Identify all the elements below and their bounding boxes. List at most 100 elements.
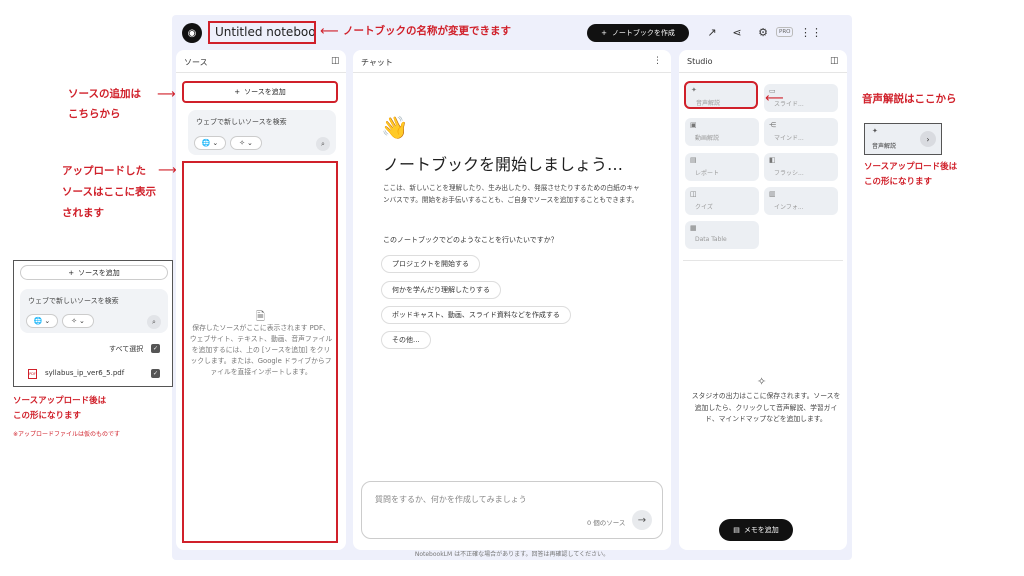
- chevron-down-icon: ⌄: [44, 317, 51, 325]
- add-note-label: メモを追加: [743, 526, 779, 534]
- tile-label: 音声解説: [696, 100, 721, 107]
- collapse-panel-icon[interactable]: ◫: [331, 56, 340, 66]
- add-note-button[interactable]: ▤ メモを追加: [719, 519, 793, 541]
- annotation-after-upload-left-line2: この形になります: [13, 411, 82, 421]
- add-source-button[interactable]: + ソースを追加: [182, 81, 338, 103]
- audio-overview-icon: ✦: [872, 127, 878, 135]
- chat-header: チャット: [361, 58, 393, 67]
- studio-tile-infographic[interactable]: ▥ インフォ...: [764, 187, 838, 215]
- analytics-icon[interactable]: ↗: [704, 25, 720, 41]
- create-notebook-button[interactable]: + ノートブックを作成: [587, 24, 689, 42]
- footer-disclaimer: NotebookLM は不正確な場合があります。回答は再確認してください。: [414, 551, 610, 558]
- tile-label: フラッシ...: [774, 170, 804, 177]
- tile-label: 動画解説: [695, 135, 720, 142]
- studio-tile-video-overview[interactable]: ▣ 動画解説: [685, 118, 759, 146]
- studio-panel: Studio ◫ ✦ 音声解説 ▭ スライド... ▣ 動画解説 ⋲ マインド.…: [679, 50, 847, 550]
- annotation-arrow-right-icon: ⟶: [158, 163, 177, 178]
- suggestion-chip[interactable]: その他...: [381, 331, 431, 349]
- settings-gear-icon[interactable]: ⚙: [755, 25, 771, 41]
- sparkle-search-icon: ✧: [239, 139, 245, 147]
- plus-icon: +: [601, 29, 607, 37]
- chat-input-placeholder: 質問をするか、何かを作成してみましょう: [375, 495, 527, 504]
- chat-input-box[interactable]: 質問をするか、何かを作成してみましょう 0 個のソース →: [361, 481, 663, 539]
- source-checkbox[interactable]: ✓: [151, 369, 160, 378]
- report-icon: ▤: [690, 156, 697, 164]
- studio-tile-flashcards[interactable]: ◧ フラッシ...: [764, 153, 838, 181]
- add-source-label: ソースを追加: [244, 88, 286, 96]
- annotation-after-upload-right-line2: この形になります: [864, 177, 933, 187]
- select-all-label: すべて選択: [109, 345, 144, 353]
- audio-overview-icon: ✦: [691, 86, 697, 94]
- infographic-icon: ▥: [769, 190, 776, 198]
- send-button[interactable]: →: [632, 510, 652, 530]
- studio-tile-audio-overview[interactable]: ✦ 音声解説: [684, 81, 758, 109]
- add-source-label: ソースを追加: [78, 268, 120, 277]
- studio-tile-mindmap[interactable]: ⋲ マインド...: [764, 118, 838, 146]
- annotation-uploaded-line3: されます: [62, 207, 104, 219]
- pdf-file-icon: PDF: [28, 369, 37, 379]
- note-icon: ▤: [733, 526, 740, 534]
- chat-question: このノートブックでどのようなことを行いたいですか？: [383, 236, 558, 244]
- annotation-uploaded-line2: ソースはここに表示: [62, 186, 156, 198]
- search-icon[interactable]: ⌕: [147, 315, 161, 329]
- suggestion-chip[interactable]: 何かを学んだり理解したりする: [381, 281, 501, 299]
- share-icon[interactable]: ⋖: [729, 25, 745, 41]
- divider: [176, 72, 346, 73]
- divider: [353, 72, 671, 73]
- chevron-down-icon: ⌄: [79, 317, 85, 325]
- web-search-input[interactable]: ウェブで新しいソースを検索: [196, 117, 287, 127]
- chevron-right-icon[interactable]: ›: [920, 131, 936, 147]
- collapse-panel-icon[interactable]: ◫: [830, 56, 839, 66]
- select-all-checkbox[interactable]: ✓: [151, 344, 160, 353]
- annotation-arrow-right-icon: ⟶: [157, 87, 176, 102]
- suggestion-chip[interactable]: ポッドキャスト、動画、スライド資料などを作成する: [381, 306, 571, 324]
- studio-tile-report[interactable]: ▤ レポート: [685, 153, 759, 181]
- create-notebook-label: ノートブックを作成: [611, 29, 675, 37]
- apps-grid-icon[interactable]: ⋮⋮: [800, 25, 822, 41]
- research-mode-dropdown[interactable]: ✧ ⌄: [62, 314, 94, 328]
- notebook-title[interactable]: Untitled notebook: [208, 21, 316, 44]
- web-search-input[interactable]: ウェブで新しいソースを検索: [28, 296, 119, 306]
- notebooklm-logo-icon[interactable]: ◉: [182, 23, 202, 43]
- sources-header: ソース: [184, 58, 208, 67]
- annotation-rename: ノートブックの名称が変更できます: [343, 25, 511, 37]
- research-mode-dropdown[interactable]: ✧ ⌄: [230, 136, 262, 150]
- annotation-arrow-left-icon: ⟵: [320, 24, 339, 39]
- mindmap-icon: ⋲: [769, 121, 776, 129]
- studio-tile-quiz[interactable]: ◫ クイズ: [685, 187, 759, 215]
- source-count: 0 個のソース: [587, 519, 626, 527]
- annotation-after-upload-left-line1: ソースアップロード後は: [13, 396, 107, 406]
- studio-empty-text: スタジオの出力はここに保存されます。ソースを追加したら、クリックして音声解説、学…: [691, 392, 841, 423]
- source-list-area: 🗎 保存したソースがここに表示されます PDF、ウェブサイト、テキスト、動画、音…: [182, 161, 338, 543]
- divider: [679, 72, 847, 73]
- sample-audio-overview-tile-after-upload[interactable]: ✦ 音声解説 ›: [864, 123, 942, 155]
- audio-overview-label: 音声解説: [872, 143, 897, 150]
- waving-hand-icon: 👋: [381, 116, 409, 141]
- tile-label: レポート: [695, 170, 720, 177]
- tile-label: Data Table: [695, 236, 727, 243]
- page: ◉ Untitled notebook + ノートブックを作成 ↗ ⋖ ⚙ PR…: [0, 0, 1024, 576]
- more-options-icon[interactable]: ⋮: [653, 56, 662, 66]
- studio-tile-data-table[interactable]: ▦ Data Table: [685, 221, 759, 249]
- video-overview-icon: ▣: [690, 121, 697, 129]
- sources-panel: ソース ◫ + ソースを追加 ウェブで新しいソースを検索 🌐 ⌄ ✧ ⌄ ⌕ 🗎 保…: [176, 50, 346, 550]
- flashcards-icon: ◧: [769, 156, 776, 164]
- suggestion-chip[interactable]: プロジェクトを開始する: [381, 255, 480, 273]
- web-search-box: ウェブで新しいソースを検索 🌐 ⌄ ✧ ⌄ ⌕: [20, 289, 168, 333]
- tile-label: マインド...: [774, 135, 804, 142]
- chat-title: ノートブックを開始しましょう…: [383, 155, 624, 174]
- source-file-name[interactable]: syllabus_ip_ver6_5.pdf: [45, 369, 124, 377]
- globe-icon: 🌐: [33, 317, 43, 325]
- add-source-button[interactable]: + ソースを追加: [20, 265, 168, 280]
- search-icon[interactable]: ⌕: [316, 137, 330, 151]
- annotation-arrow-left-icon: ⟵: [765, 91, 784, 106]
- pro-badge: PRO: [776, 27, 794, 37]
- sample-source-panel-after-upload: + ソースを追加 ウェブで新しいソースを検索 🌐 ⌄ ✧ ⌄ ⌕ すべて選択 ✓ P…: [13, 260, 173, 387]
- annotation-add-source-line1: ソースの追加は: [68, 88, 141, 100]
- tile-label: インフォ...: [774, 204, 804, 211]
- divider: [683, 260, 843, 261]
- web-source-dropdown[interactable]: 🌐 ⌄: [194, 136, 226, 150]
- tile-label: クイズ: [695, 204, 713, 211]
- web-source-dropdown[interactable]: 🌐 ⌄: [26, 314, 58, 328]
- magic-wand-icon: ✧: [757, 375, 767, 388]
